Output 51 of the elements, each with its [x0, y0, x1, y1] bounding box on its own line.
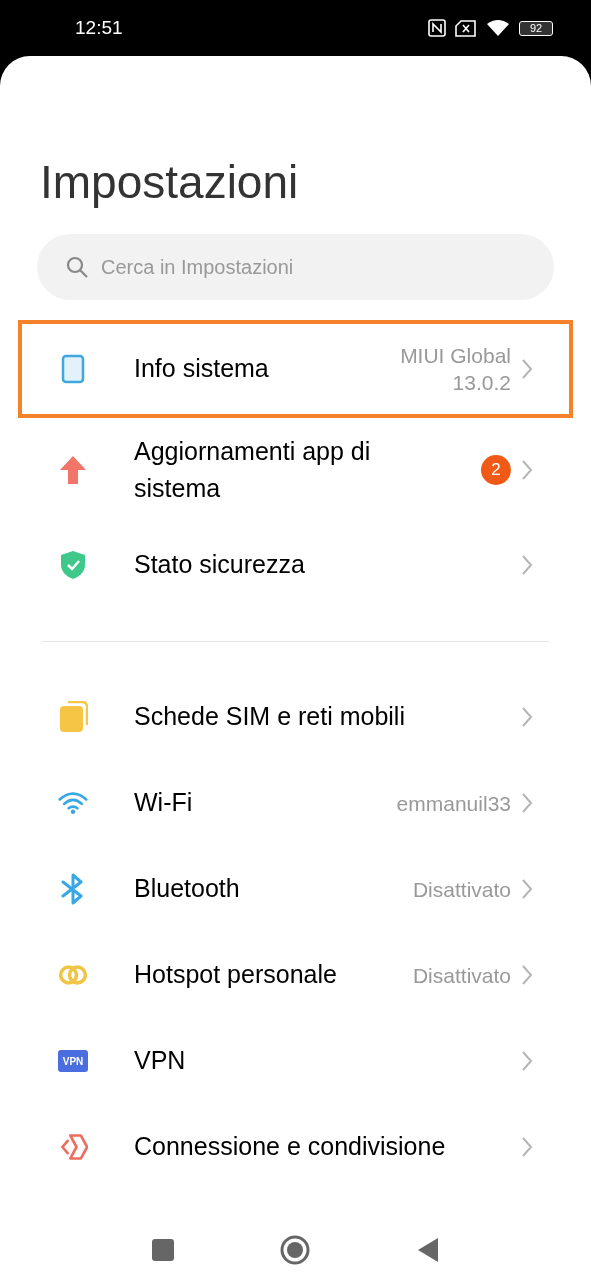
- no-sim-icon: [455, 19, 477, 37]
- chevron-right-icon: [521, 792, 533, 814]
- chevron-right-icon: [521, 706, 533, 728]
- row-label: Schede SIM e reti mobili: [134, 701, 405, 733]
- settings-row[interactable]: Stato sicurezza: [0, 522, 591, 608]
- chevron-right-icon: [521, 964, 533, 986]
- arrow-up-icon: [59, 455, 87, 485]
- sim-card-icon: [58, 701, 88, 733]
- row-label: Stato sicurezza: [134, 549, 305, 581]
- settings-row[interactable]: Schede SIM e reti mobili: [0, 674, 591, 760]
- row-value: emmanuil33: [396, 790, 511, 817]
- chevron-right-icon: [521, 878, 533, 900]
- settings-row[interactable]: Aggiornamenti app di sistema 2: [0, 418, 591, 522]
- phone-icon: [61, 354, 85, 384]
- row-label: Wi-Fi: [134, 787, 193, 819]
- row-value: MIUI Global 13.0.2: [399, 343, 511, 396]
- battery-indicator: 92: [519, 20, 553, 36]
- recents-button[interactable]: [151, 1239, 174, 1261]
- row-label: Bluetooth: [134, 873, 240, 905]
- vpn-icon: VPN: [58, 1050, 88, 1072]
- page-title: Impostazioni: [39, 155, 300, 210]
- row-label: Aggiornamenti app di sistema: [134, 435, 372, 504]
- row-value: Disattivato: [412, 876, 511, 903]
- settings-row[interactable]: Wi-Fi emmanuil33: [0, 760, 591, 846]
- row-value: Disattivato: [412, 962, 511, 989]
- chevron-right-icon: [521, 459, 533, 481]
- rings-icon: [58, 963, 88, 987]
- settings-row[interactable]: Hotspot personale Disattivato: [0, 932, 591, 1018]
- settings-row[interactable]: Info sistema MIUI Global 13.0.2: [18, 320, 573, 418]
- chevron-right-icon: [521, 1050, 533, 1072]
- row-label: VPN: [134, 1045, 186, 1077]
- settings-row[interactable]: Bluetooth Disattivato: [0, 846, 591, 932]
- settings-row[interactable]: Connessione e condivisione: [0, 1104, 591, 1190]
- count-badge: 2: [481, 455, 511, 485]
- share-icon: [58, 1132, 88, 1162]
- chevron-right-icon: [521, 1136, 533, 1158]
- row-label: Connessione e condivisione: [134, 1131, 446, 1163]
- search-field[interactable]: Cerca in Impostazioni: [37, 234, 554, 300]
- wifi-icon: [58, 790, 88, 816]
- wifi-signal-icon: [486, 19, 510, 37]
- chevron-right-icon: [521, 554, 533, 576]
- nfc-icon: [428, 19, 446, 37]
- status-time: 12:51: [75, 15, 123, 40]
- chevron-right-icon: [521, 358, 533, 380]
- search-input[interactable]: Cerca in Impostazioni: [101, 252, 481, 282]
- settings-row[interactable]: VPN VPN: [0, 1018, 591, 1104]
- home-button[interactable]: [278, 1234, 311, 1266]
- search-icon: [65, 255, 89, 279]
- shield-icon: [60, 550, 86, 580]
- row-label: Info sistema: [134, 353, 269, 385]
- row-label: Hotspot personale: [134, 959, 337, 991]
